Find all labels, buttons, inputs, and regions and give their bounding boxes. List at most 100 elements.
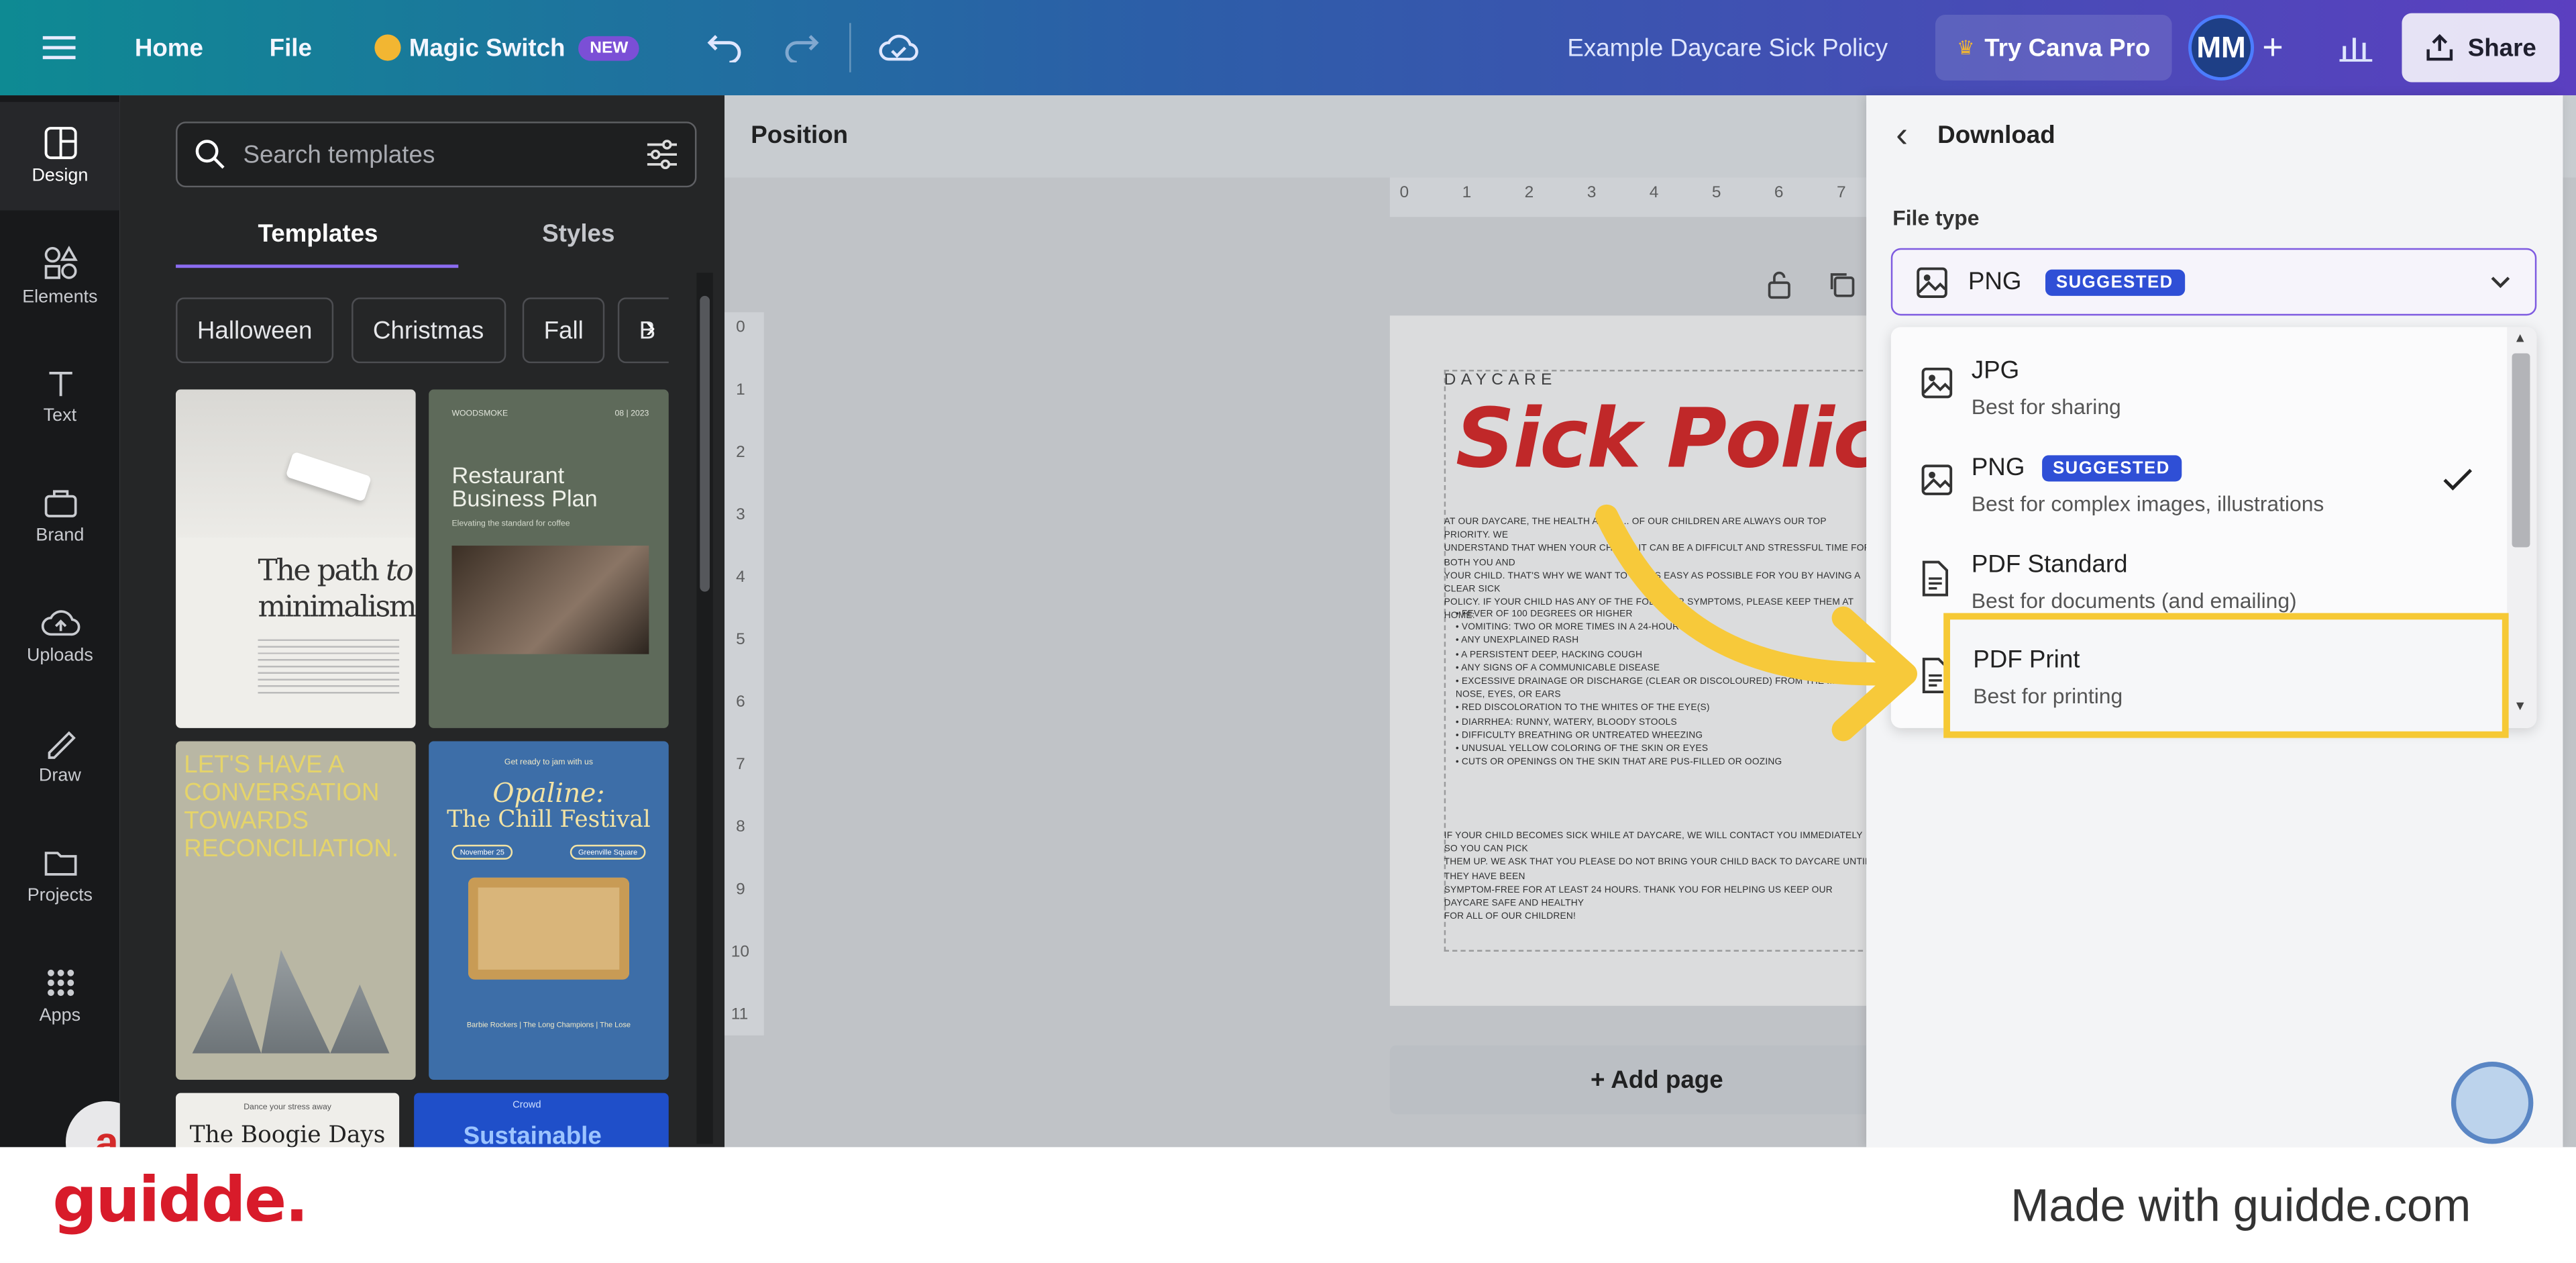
search-input[interactable]: Search templates — [243, 140, 645, 168]
home-link[interactable]: Home — [135, 0, 203, 95]
doc-bullet: Unusual yellow coloring of the skin or e… — [1461, 744, 1709, 755]
option-jpg[interactable]: JPG Best for sharing — [1891, 334, 2507, 430]
search-icon — [195, 140, 225, 169]
thumb-4-line0: Get ready to jam with us — [504, 757, 593, 768]
thumb-3-line1: LET'S HAVE A — [184, 751, 345, 779]
chip-fall[interactable]: Fall — [522, 297, 605, 364]
add-collaborator-icon[interactable]: + — [2262, 0, 2283, 95]
doc-line: At our daycare, the health and s... of o… — [1444, 517, 1827, 542]
doc-outro: If your child becomes sick while at dayc… — [1444, 830, 1875, 925]
thumb-2-line2: Business Plan — [451, 485, 598, 511]
search-box[interactable]: Search templates — [176, 121, 697, 188]
rail-design-label: Design — [32, 166, 89, 186]
option-jpg-sub: Best for sharing — [1971, 394, 2121, 419]
ruler-tick: 7 — [1836, 184, 1846, 203]
ruler-tick: 10 — [731, 943, 750, 962]
thumb-3-line2: CONVERSATION — [184, 778, 380, 807]
rail-draw[interactable]: Draw — [0, 702, 120, 811]
lock-icon[interactable] — [1766, 270, 1792, 307]
option-png-sub: Best for complex images, illustrations — [1971, 491, 2324, 516]
chip-more[interactable]: B — [617, 297, 669, 364]
template-thumb[interactable]: LET'S HAVE A CONVERSATION TOWARDS RECONC… — [176, 741, 416, 1080]
design-page[interactable]: DAYCARE Sick Policy At our daycare, the … — [1389, 315, 1933, 1006]
thumb-4-line2: The Chill Festival — [447, 807, 651, 833]
chips-next-icon[interactable]: › — [645, 311, 655, 345]
footer: guidde. Made with guidde.com — [0, 1147, 2576, 1262]
thumb-4-line1: Opaline: — [492, 777, 605, 809]
rail-elements[interactable]: Elements — [0, 222, 120, 331]
ruler-top: 0 1 2 3 4 5 6 7 — [1389, 177, 1875, 217]
template-thumb[interactable]: The path to minimalism — [176, 389, 416, 728]
file-type-select[interactable]: PNG SUGGESTED — [1890, 248, 2537, 316]
filter-icon[interactable] — [645, 140, 678, 170]
ruler-tick: 6 — [1774, 184, 1784, 203]
ruler-tick: 7 — [736, 756, 745, 774]
doc-line: them up. We ask that you please do not b… — [1444, 858, 1870, 882]
ruler-tick: 5 — [1711, 184, 1721, 203]
rail-apps[interactable]: Apps — [0, 942, 120, 1050]
rail-design[interactable]: Design — [0, 101, 120, 211]
elements-icon — [44, 246, 77, 279]
doc-bullet: Excessive drainage or discharge (clear o… — [1455, 677, 1864, 701]
rail-uploads[interactable]: Uploads — [0, 582, 120, 691]
panel-scrollbar[interactable] — [696, 272, 713, 1144]
rail-elements-label: Elements — [22, 287, 98, 307]
tab-styles[interactable]: Styles — [542, 220, 614, 248]
redo-icon[interactable] — [784, 0, 820, 95]
ruler-tick: 0 — [1399, 184, 1409, 203]
thumb-1-line2: minimalism — [258, 590, 416, 625]
doc-bullet: Diarrhea: runny, watery, bloody stools — [1461, 717, 1677, 727]
templates-panel: Search templates Templates Styles Hallow… — [119, 95, 748, 1159]
check-icon — [2443, 468, 2473, 491]
cloud-save-icon[interactable] — [879, 0, 918, 95]
chip-christmas[interactable]: Christmas — [352, 297, 506, 364]
file-menu[interactable]: File — [270, 0, 312, 95]
doc-line: understand that when your child... it ca… — [1444, 544, 1871, 568]
rail-brand[interactable]: Brand — [0, 462, 120, 570]
upload-icon — [2426, 34, 2453, 61]
option-pdf-print[interactable]: PDF Print Best for printing — [1943, 613, 2509, 738]
document-icon — [1922, 560, 1949, 597]
thumb-2-tag: Elevating the standard for coffee — [451, 519, 570, 529]
share-button[interactable]: Share — [2402, 13, 2560, 83]
rail-text[interactable]: Text — [0, 342, 120, 450]
ruler-tick: 8 — [736, 818, 745, 837]
top-bar: Home File Magic Switch NEW Example Dayca… — [0, 0, 2576, 96]
doc-bullet: Difficulty breathing or untreated wheezi… — [1461, 731, 1703, 742]
magic-switch-button[interactable]: Magic Switch NEW — [374, 0, 640, 95]
template-thumb[interactable]: Get ready to jam with us Opaline: The Ch… — [429, 741, 669, 1080]
rail-projects[interactable]: Projects — [0, 822, 120, 931]
share-label: Share — [2467, 34, 2536, 62]
avatar[interactable]: MM — [2188, 15, 2255, 81]
selected-file-type: PNG — [1968, 268, 2022, 296]
guidde-logo: guidde. — [52, 1163, 309, 1236]
position-button[interactable]: Position — [751, 121, 848, 150]
add-page-button[interactable]: + Add page — [1389, 1045, 1924, 1115]
document-title[interactable]: Example Daycare Sick Policy — [1567, 0, 1888, 95]
option-png[interactable]: PNG SUGGESTED Best for complex images, il… — [1891, 431, 2507, 527]
menu-icon[interactable] — [42, 0, 76, 95]
tab-templates[interactable]: Templates — [258, 220, 378, 248]
undo-icon[interactable] — [706, 0, 743, 95]
ruler-tick: 1 — [1462, 184, 1472, 203]
design-icon — [44, 127, 76, 160]
doc-bullets: • Fever of 100 degrees or higher • Vomit… — [1455, 609, 1864, 768]
try-canva-pro-button[interactable]: ♛ Try Canva Pro — [1935, 15, 2172, 81]
ruler-tick: 4 — [1649, 184, 1659, 203]
apps-grid-icon — [46, 969, 73, 997]
doc-kicker: DAYCARE — [1444, 371, 1557, 390]
left-rail: Design Elements Text Brand Uploads Draw … — [0, 95, 166, 1184]
duplicate-icon[interactable] — [1827, 270, 1856, 307]
help-bubble-icon[interactable] — [2451, 1062, 2534, 1144]
insights-icon[interactable] — [2339, 0, 2373, 95]
brand-icon — [44, 490, 76, 517]
ruler-tick: 3 — [736, 506, 745, 525]
template-thumb[interactable]: WOODSMOKE 08 | 2023 Restaurant Business … — [429, 389, 669, 728]
chevron-down-icon — [2491, 276, 2510, 288]
option-pdf-standard[interactable]: PDF Standard Best for documents (and ema… — [1891, 527, 2507, 624]
chip-halloween[interactable]: Halloween — [176, 297, 334, 364]
thumb-1-line1b: to — [386, 554, 414, 589]
back-icon[interactable]: ‹ — [1896, 113, 1908, 156]
doc-bullet: Cuts or openings on the skin that are pu… — [1461, 758, 1782, 768]
dropdown-scrollbar[interactable]: ▲ ▼ — [2507, 327, 2537, 728]
